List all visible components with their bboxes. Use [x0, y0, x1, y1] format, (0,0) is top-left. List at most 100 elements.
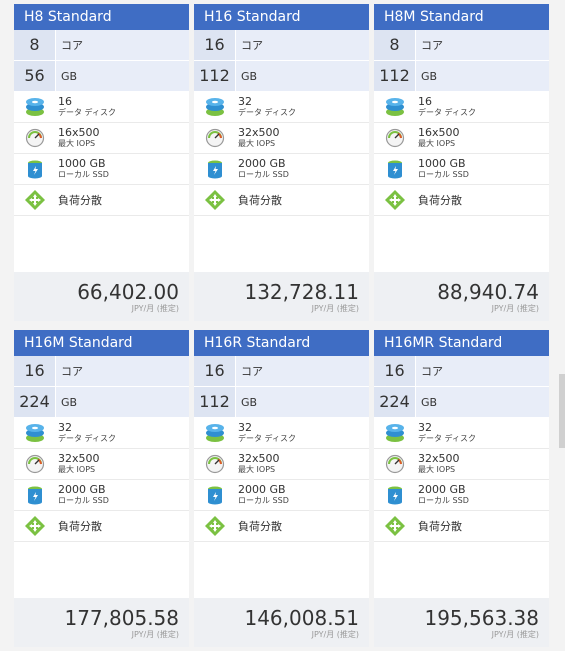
- ssd-size: 1000 GB: [58, 157, 106, 170]
- vm-size-card[interactable]: H16 Standard 16 コア 112 GB 32 データ ディスク 32x…: [194, 4, 369, 321]
- lb-row: 負荷分散: [194, 185, 369, 216]
- card-title: H8M Standard: [374, 4, 549, 30]
- disk-count: 16: [418, 95, 432, 108]
- iops-label: 最大 IOPS: [58, 465, 96, 474]
- memory-label: GB: [241, 69, 258, 83]
- gauge-icon: [14, 454, 56, 474]
- memory-value: 224: [374, 387, 416, 417]
- load-balancer-icon: [194, 516, 236, 536]
- ssd-jar-icon: [374, 485, 416, 505]
- memory-label: GB: [421, 395, 438, 409]
- disk-row: 32 データ ディスク: [14, 418, 189, 449]
- disk-label: データ ディスク: [238, 108, 296, 117]
- ssd-size: 2000 GB: [58, 483, 106, 496]
- load-balancer-icon: [374, 190, 416, 210]
- iops-row: 16x500 最大 IOPS: [374, 123, 549, 154]
- disk-label: データ ディスク: [418, 434, 476, 443]
- ssd-jar-icon: [374, 159, 416, 179]
- memory-row: 112 GB: [194, 61, 369, 92]
- cores-label: コア: [61, 39, 83, 52]
- load-balancer-icon: [374, 516, 416, 536]
- gauge-icon: [374, 128, 416, 148]
- card-title: H16R Standard: [194, 330, 369, 356]
- vm-size-card[interactable]: H8 Standard 8 コア 56 GB 16 データ ディスク 16x500…: [14, 4, 189, 321]
- price-value: 195,563.38: [424, 606, 539, 630]
- lb-row: 負荷分散: [374, 185, 549, 216]
- card-title: H16MR Standard: [374, 330, 549, 356]
- disk-label: データ ディスク: [418, 108, 476, 117]
- disk-row: 32 データ ディスク: [194, 418, 369, 449]
- iops-row: 16x500 最大 IOPS: [14, 123, 189, 154]
- price-area: 177,805.58 JPY/月 (推定): [14, 598, 189, 647]
- price-area: 88,940.74 JPY/月 (推定): [374, 272, 549, 321]
- gauge-icon: [374, 454, 416, 474]
- disk-label: データ ディスク: [58, 108, 116, 117]
- disk-stack-icon: [14, 423, 56, 443]
- iops-row: 32x500 最大 IOPS: [194, 123, 369, 154]
- disk-row: 16 データ ディスク: [14, 92, 189, 123]
- cores-label: コア: [421, 365, 443, 378]
- cores-row: 8 コア: [374, 30, 549, 61]
- disk-count: 32: [418, 421, 432, 434]
- gauge-icon: [194, 454, 236, 474]
- ssd-jar-icon: [194, 159, 236, 179]
- lb-label: 負荷分散: [238, 194, 282, 207]
- price-area: 146,008.51 JPY/月 (推定): [194, 598, 369, 647]
- ssd-size: 2000 GB: [238, 157, 286, 170]
- iops-row: 32x500 最大 IOPS: [374, 449, 549, 480]
- price-area: 195,563.38 JPY/月 (推定): [374, 598, 549, 647]
- load-balancer-icon: [14, 516, 56, 536]
- ssd-jar-icon: [14, 485, 56, 505]
- cores-value: 16: [194, 30, 236, 60]
- disk-stack-icon: [14, 97, 56, 117]
- ssd-jar-icon: [14, 159, 56, 179]
- vm-size-card[interactable]: H16R Standard 16 コア 112 GB 32 データ ディスク 32…: [194, 330, 369, 647]
- ssd-row: 1000 GB ローカル SSD: [374, 154, 549, 185]
- ssd-row: 1000 GB ローカル SSD: [14, 154, 189, 185]
- cores-label: コア: [421, 39, 443, 52]
- vm-size-card[interactable]: H16MR Standard 16 コア 224 GB 32 データ ディスク 3…: [374, 330, 549, 647]
- vm-size-card[interactable]: H8M Standard 8 コア 112 GB 16 データ ディスク 16x5…: [374, 4, 549, 321]
- disk-label: データ ディスク: [238, 434, 296, 443]
- gauge-icon: [194, 128, 236, 148]
- price-value: 146,008.51: [244, 606, 359, 630]
- iops-label: 最大 IOPS: [58, 139, 96, 148]
- cores-value: 16: [194, 356, 236, 386]
- card-title: H8 Standard: [14, 4, 189, 30]
- ssd-size: 1000 GB: [418, 157, 466, 170]
- price-area: 132,728.11 JPY/月 (推定): [194, 272, 369, 321]
- price-value: 177,805.58: [64, 606, 179, 630]
- disk-stack-icon: [374, 97, 416, 117]
- load-balancer-icon: [14, 190, 56, 210]
- memory-label: GB: [61, 395, 78, 409]
- price-value: 132,728.11: [244, 280, 359, 304]
- cores-label: コア: [241, 365, 263, 378]
- cores-value: 8: [374, 30, 416, 60]
- memory-row: 56 GB: [14, 61, 189, 92]
- vm-size-grid: H8 Standard 8 コア 56 GB 16 データ ディスク 16x500…: [0, 0, 565, 651]
- cores-row: 8 コア: [14, 30, 189, 61]
- iops-label: 最大 IOPS: [238, 465, 276, 474]
- lb-label: 負荷分散: [418, 194, 462, 207]
- iops-row: 32x500 最大 IOPS: [14, 449, 189, 480]
- ssd-row: 2000 GB ローカル SSD: [374, 480, 549, 511]
- price-unit: JPY/月 (推定): [131, 630, 179, 639]
- price-unit: JPY/月 (推定): [311, 304, 359, 313]
- memory-row: 224 GB: [374, 387, 549, 418]
- disk-row: 32 データ ディスク: [374, 418, 549, 449]
- memory-row: 112 GB: [374, 61, 549, 92]
- vm-size-card[interactable]: H16M Standard 16 コア 224 GB 32 データ ディスク 32…: [14, 330, 189, 647]
- disk-stack-icon: [374, 423, 416, 443]
- memory-label: GB: [421, 69, 438, 83]
- iops-value: 16x500: [418, 126, 460, 139]
- ssd-size: 2000 GB: [418, 483, 466, 496]
- iops-label: 最大 IOPS: [418, 139, 456, 148]
- iops-value: 32x500: [238, 126, 280, 139]
- disk-count: 16: [58, 95, 72, 108]
- scrollbar-thumb[interactable]: [559, 374, 565, 448]
- lb-row: 負荷分散: [374, 511, 549, 542]
- iops-value: 16x500: [58, 126, 100, 139]
- load-balancer-icon: [194, 190, 236, 210]
- memory-value: 112: [194, 387, 236, 417]
- price-unit: JPY/月 (推定): [311, 630, 359, 639]
